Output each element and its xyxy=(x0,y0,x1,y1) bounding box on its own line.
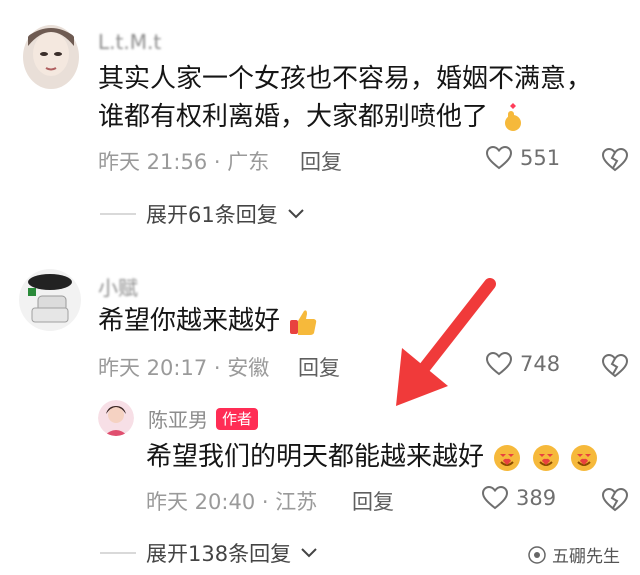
like-button[interactable]: 389 xyxy=(482,486,556,510)
comment-line: 其实人家一个女孩也不容易，婚姻不满意， xyxy=(98,64,593,94)
thumbs-up-emoji-icon xyxy=(290,309,317,335)
heart-icon xyxy=(486,146,512,170)
avatar[interactable] xyxy=(22,24,80,90)
like-count: 748 xyxy=(520,352,561,376)
finger-heart-emoji-icon xyxy=(505,102,522,131)
like-count: 551 xyxy=(520,146,561,170)
red-arrow-annotation xyxy=(396,278,496,406)
expand-label: 展开138条回复 xyxy=(146,542,292,566)
divider xyxy=(100,213,136,215)
avatar[interactable] xyxy=(98,400,134,436)
comment-meta: 昨天 20:17 · 安徽 xyxy=(98,356,270,380)
watermark-text: 五硼先生 xyxy=(552,547,620,567)
comment-meta: 昨天 21:56 · 广东 xyxy=(98,150,270,174)
author-badge: 作者 xyxy=(216,407,259,430)
reply-button[interactable]: 回复 xyxy=(300,146,342,176)
avatar[interactable] xyxy=(18,268,82,332)
like-count: 389 xyxy=(516,486,557,510)
reply-button[interactable]: 回复 xyxy=(352,486,394,516)
reply-button[interactable]: 回复 xyxy=(298,352,340,382)
chevron-down-icon xyxy=(288,209,304,219)
heart-icon xyxy=(482,486,508,510)
dislike-icon[interactable] xyxy=(602,354,628,378)
watermark-logo-icon xyxy=(528,545,546,564)
comment-text: 其实人家一个女孩也不容易，婚姻不满意， 谁都有权利离婚，大家都别喷他了 xyxy=(98,60,592,136)
comment-line: 谁都有权利离婚，大家都别喷他了 xyxy=(98,98,592,136)
dislike-icon[interactable] xyxy=(602,148,628,172)
heart-eyes-emoji-icon xyxy=(532,444,559,471)
watermark: 五硼先生 xyxy=(528,542,620,567)
dislike-icon[interactable] xyxy=(602,488,628,512)
username[interactable]: 陈亚男 xyxy=(148,404,208,433)
chevron-down-icon xyxy=(301,548,317,558)
username[interactable]: 小赋 xyxy=(98,272,138,301)
comment-text: 希望我们的明天都能越来越好 xyxy=(146,438,599,476)
heart-eyes-emoji-icon xyxy=(570,444,597,471)
author-name-row: 陈亚男 作者 xyxy=(148,404,259,433)
expand-label: 展开61条回复 xyxy=(146,203,278,227)
like-button[interactable]: 551 xyxy=(486,146,560,170)
username[interactable]: L.t.M.t xyxy=(98,30,161,54)
expand-replies-button[interactable]: 展开138条回复 xyxy=(100,538,317,568)
comment-text: 希望你越来越好 xyxy=(98,302,318,340)
divider xyxy=(100,552,136,554)
expand-replies-button[interactable]: 展开61条回复 xyxy=(100,199,304,229)
comment-meta: 昨天 20:40 · 江苏 xyxy=(146,490,318,514)
heart-eyes-emoji-icon xyxy=(494,444,521,471)
